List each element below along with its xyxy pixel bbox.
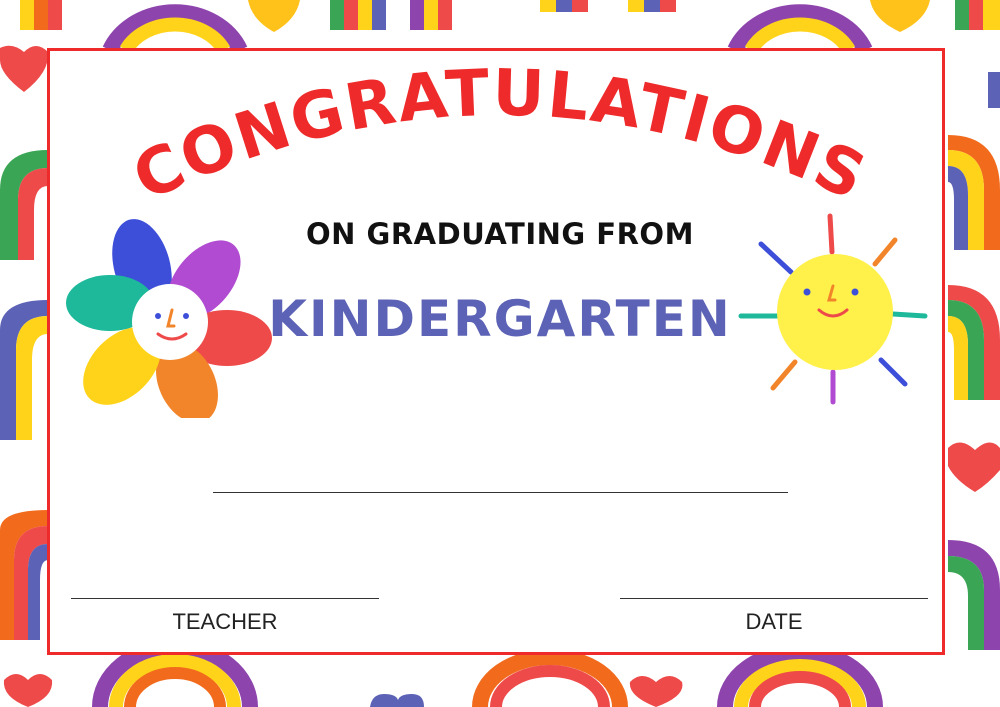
date-label: DATE xyxy=(745,609,803,634)
sun-icon xyxy=(738,213,928,405)
heading-text: CONGRATULATIONS xyxy=(123,57,876,216)
date-signature-line xyxy=(620,598,928,599)
flower-icon xyxy=(66,219,272,418)
svg-text:CONGRATULATIONS: CONGRATULATIONS xyxy=(123,57,878,216)
teacher-label: TEACHER xyxy=(172,609,278,634)
name-line xyxy=(213,492,788,493)
teacher-signature-line xyxy=(71,598,379,599)
